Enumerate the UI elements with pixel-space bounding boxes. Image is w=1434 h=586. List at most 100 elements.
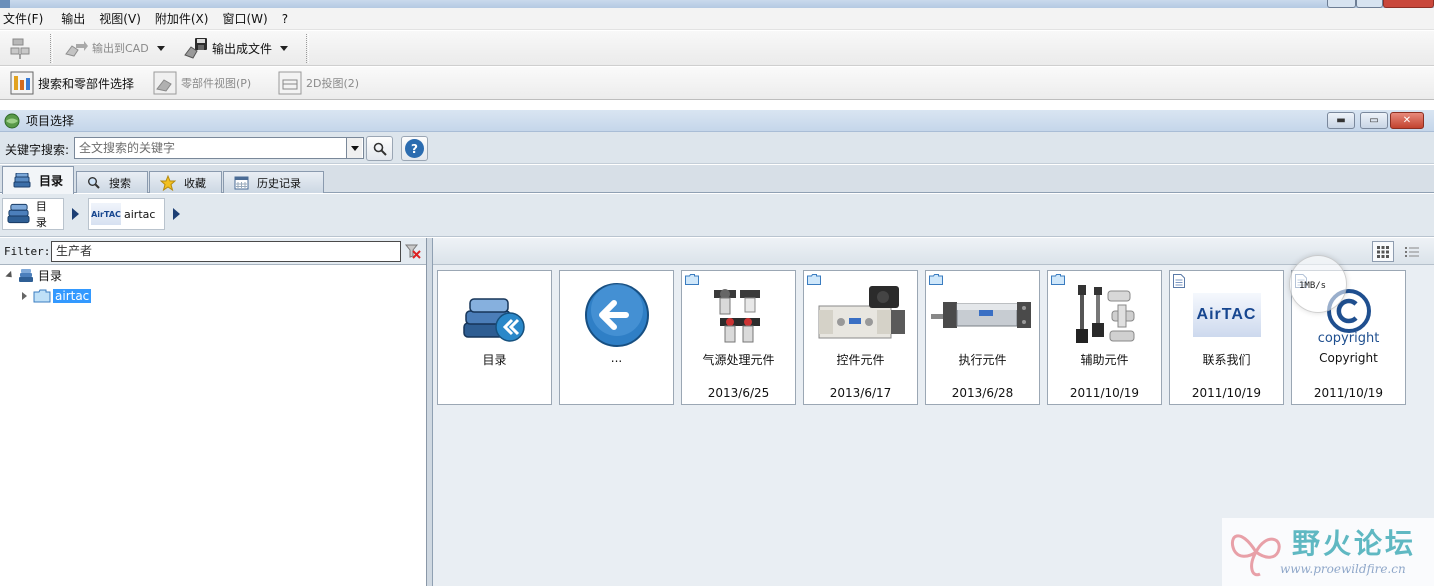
card-thumbnail bbox=[926, 279, 1039, 351]
menu-view[interactable]: 视图(V) bbox=[93, 8, 149, 30]
breadcrumb-airtac[interactable]: AirTAC airtac bbox=[88, 198, 165, 230]
card-thumbnail bbox=[1048, 279, 1161, 351]
help-button[interactable]: ? bbox=[401, 136, 428, 161]
search-select-label: 搜索和零部件选择 bbox=[38, 76, 135, 91]
watermark-url: www.proewildfire.cn bbox=[1280, 562, 1406, 576]
tab-catalog[interactable]: 目录 bbox=[2, 166, 74, 194]
watermark-title: 野火论坛 bbox=[1292, 527, 1417, 560]
airtac-logo: AirTAC bbox=[1192, 293, 1261, 337]
menu-help[interactable]: ? bbox=[276, 8, 296, 30]
clear-filter-icon[interactable] bbox=[404, 243, 421, 260]
tree-root-node[interactable]: 目录 bbox=[5, 267, 62, 284]
card-label: 执行元件 bbox=[958, 353, 1007, 367]
chevron-down-icon[interactable] bbox=[280, 45, 289, 51]
breadcrumb-separator-icon bbox=[173, 208, 180, 220]
menu-bar: 文件(F) 输出 视图(V) 附加件(X) 窗口(W) ? bbox=[0, 8, 1434, 30]
breadcrumb-catalog[interactable]: 目录 bbox=[2, 198, 64, 230]
parts-list-icon bbox=[10, 71, 34, 95]
search-input[interactable]: 全文搜索的关键字 bbox=[74, 137, 364, 159]
export-cad-icon bbox=[65, 41, 88, 57]
tree-node-label: airtac bbox=[53, 289, 92, 303]
search-dropdown-button[interactable] bbox=[346, 138, 362, 158]
breadcrumb-label: airtac bbox=[124, 207, 156, 221]
panel-close-button[interactable]: ✕ bbox=[1390, 112, 1424, 129]
keyword-search-bar: 关键字搜索: 全文搜索的关键字 ? bbox=[0, 132, 1434, 164]
back-arrow-icon bbox=[584, 283, 649, 347]
tab-bar: 目录 搜索 收藏 历史记录 bbox=[0, 165, 1434, 194]
calendar-icon bbox=[234, 176, 249, 190]
card-thumbnail bbox=[560, 279, 673, 351]
panel-minimize-button[interactable]: ▬ bbox=[1327, 112, 1355, 129]
menu-addons[interactable]: 附加件(X) bbox=[149, 8, 217, 30]
parent-folder-card[interactable]: ... bbox=[559, 270, 674, 405]
folder-card-control[interactable]: 控件元件 2013/6/17 bbox=[803, 270, 918, 405]
collapse-icon[interactable] bbox=[5, 270, 15, 281]
card-label: Copyright bbox=[1319, 351, 1378, 365]
card-label: ... bbox=[610, 351, 623, 365]
filter-input[interactable]: 生产者 bbox=[51, 241, 401, 262]
menu-file[interactable]: 文件(F) bbox=[0, 8, 51, 30]
help-icon: ? bbox=[405, 139, 424, 158]
tab-label: 搜索 bbox=[109, 176, 131, 190]
card-date: 2013/6/25 bbox=[707, 386, 770, 400]
card-date: 2013/6/28 bbox=[951, 386, 1014, 400]
panel-title-bar: 项目选择 ▬ ▭ ✕ bbox=[0, 110, 1434, 132]
tab-history[interactable]: 历史记录 bbox=[223, 171, 324, 193]
assembly-tool-icon bbox=[10, 38, 30, 59]
search-button[interactable] bbox=[366, 136, 393, 161]
document-card-contact[interactable]: AirTAC 联系我们 2011/10/19 bbox=[1169, 270, 1284, 405]
solenoid-valve-icon bbox=[818, 286, 905, 339]
butterfly-logo-icon bbox=[1231, 534, 1281, 577]
menu-output[interactable]: 输出 bbox=[51, 8, 93, 30]
export-file-button[interactable]: 输出成文件 bbox=[184, 37, 289, 59]
chevron-down-icon[interactable] bbox=[156, 45, 165, 51]
close-button[interactable] bbox=[1383, 0, 1434, 8]
card-thumbnail bbox=[438, 279, 551, 351]
search-icon bbox=[88, 176, 100, 189]
panel-restore-button[interactable]: ▭ bbox=[1360, 112, 1388, 129]
grid-view-button[interactable] bbox=[1372, 241, 1394, 262]
tree-pane: Filter: 生产者 目录 airtac bbox=[0, 238, 427, 586]
folder-card-air-treatment[interactable]: 气源处理元件 2013/6/25 bbox=[681, 270, 796, 405]
list-view-button[interactable] bbox=[1401, 241, 1423, 262]
export-cad-button[interactable]: 输出到CAD bbox=[64, 38, 165, 58]
menu-window[interactable]: 窗口(W) bbox=[216, 8, 275, 30]
toolbar-separator bbox=[50, 34, 53, 63]
drawing-2d-icon bbox=[278, 71, 302, 95]
list-view-icon bbox=[1405, 246, 1419, 257]
folder-card-actuator[interactable]: 执行元件 2013/6/28 bbox=[925, 270, 1040, 405]
breadcrumb-separator-icon bbox=[72, 208, 79, 220]
card-date: 2011/10/19 bbox=[1313, 386, 1384, 400]
minimize-button[interactable] bbox=[1327, 0, 1356, 8]
search-icon bbox=[373, 142, 387, 156]
card-date: 2011/10/19 bbox=[1069, 386, 1140, 400]
tab-favorites[interactable]: 收藏 bbox=[149, 171, 222, 193]
card-label: 气源处理元件 bbox=[702, 353, 775, 367]
view-mode-bar bbox=[433, 238, 1434, 265]
catalog-card[interactable]: 目录 bbox=[437, 270, 552, 405]
maximize-button[interactable] bbox=[1356, 0, 1383, 8]
card-thumbnail: AirTAC bbox=[1170, 279, 1283, 351]
assembly-tool-button[interactable] bbox=[8, 36, 32, 60]
card-thumbnail bbox=[804, 279, 917, 351]
expand-icon[interactable] bbox=[22, 292, 27, 300]
filter-bar: Filter: 生产者 bbox=[0, 238, 426, 265]
view-2d-button[interactable]: 2D投图(2) bbox=[278, 71, 359, 95]
toolbar-separator bbox=[306, 34, 309, 63]
save-disk-icon bbox=[184, 38, 207, 59]
part-view-button[interactable]: 零部件视图(P) bbox=[153, 71, 251, 95]
folder-card-auxiliary[interactable]: 辅助元件 2011/10/19 bbox=[1047, 270, 1162, 405]
forum-watermark: 野火论坛 www.proewildfire.cn bbox=[1222, 518, 1434, 586]
books-return-icon bbox=[462, 298, 525, 342]
search-select-button[interactable]: 搜索和零部件选择 bbox=[10, 71, 134, 95]
part-view-label: 零部件视图(P) bbox=[181, 77, 252, 90]
tree-node-airtac[interactable]: airtac bbox=[22, 289, 92, 303]
air-treatment-unit-icon bbox=[713, 289, 760, 343]
search-label: 关键字搜索: bbox=[5, 143, 70, 157]
card-date: 2013/6/17 bbox=[829, 386, 892, 400]
fittings-icon bbox=[1075, 285, 1134, 343]
tab-search[interactable]: 搜索 bbox=[76, 171, 148, 193]
filter-label: Filter: bbox=[4, 245, 51, 258]
breadcrumb: 目录 AirTAC airtac bbox=[0, 194, 1434, 237]
card-thumbnail bbox=[682, 279, 795, 351]
